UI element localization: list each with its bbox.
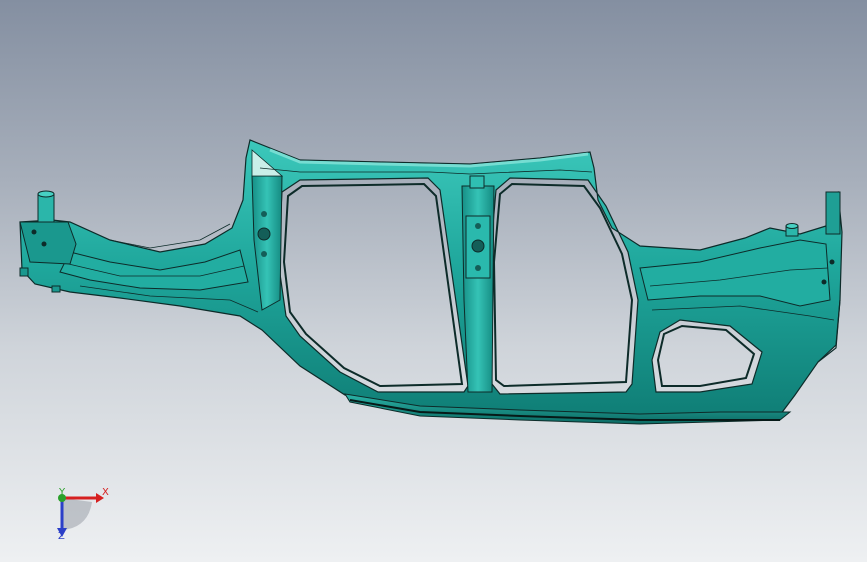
- x-axis-label: X: [102, 487, 109, 498]
- y-axis-label: Y: [59, 487, 66, 498]
- z-axis-label: Z: [58, 531, 65, 542]
- b-pillar-bolt-hole: [471, 239, 485, 253]
- quarter-window-frame: [656, 324, 756, 387]
- a-pillar-bolt-hole: [257, 227, 271, 241]
- car-body-side-frame-model[interactable]: [0, 0, 867, 562]
- rear-bracket: [825, 191, 841, 235]
- cad-viewport[interactable]: X Y Z: [0, 0, 867, 562]
- rear-door-frame: [492, 182, 634, 388]
- triad-plane-shadow: [62, 498, 92, 530]
- front-shock-tower: [37, 193, 55, 225]
- coordinate-triad: X Y Z: [40, 480, 120, 550]
